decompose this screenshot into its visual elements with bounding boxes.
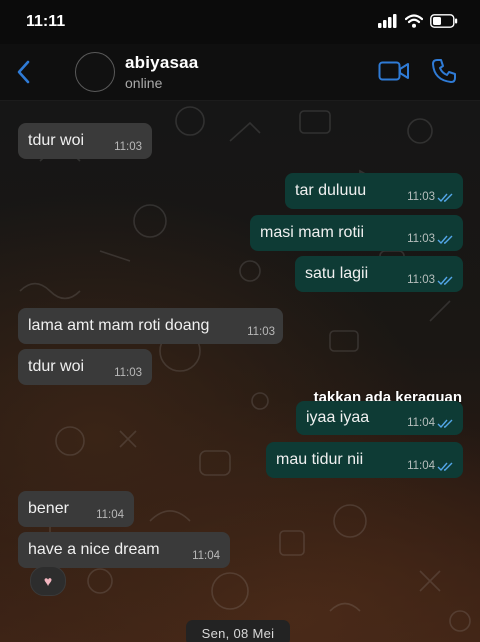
reaction-badge[interactable]: ♥ xyxy=(30,566,66,596)
message-incoming[interactable]: tdur woi 11:03 xyxy=(18,123,152,159)
message-text: tar duluuu xyxy=(295,182,367,199)
message-text: iyaa iyaa xyxy=(306,409,370,426)
read-receipt-icon xyxy=(437,193,453,203)
status-icons xyxy=(378,14,458,28)
message-time: 11:04 xyxy=(407,460,435,472)
message-time: 11:04 xyxy=(96,509,124,521)
message-outgoing[interactable]: iyaa iyaa 11:04 xyxy=(296,401,463,435)
message-text: mau tidur nii xyxy=(276,451,364,468)
wifi-icon xyxy=(405,14,423,28)
back-chevron-icon[interactable] xyxy=(14,57,34,87)
message-text: lama amt mam roti doang xyxy=(28,317,210,334)
message-incoming[interactable]: have a nice dream 11:04 xyxy=(18,532,230,568)
avatar[interactable] xyxy=(75,52,115,92)
message-outgoing[interactable]: masi mam rotii 11:03 xyxy=(250,215,463,251)
message-time: 11:03 xyxy=(114,367,142,379)
message-time: 11:03 xyxy=(407,274,435,286)
read-receipt-icon xyxy=(437,419,453,429)
signal-icon xyxy=(378,14,397,28)
message-outgoing[interactable]: mau tidur nii 11:04 xyxy=(266,442,463,478)
video-call-icon[interactable] xyxy=(378,60,410,82)
message-time: 11:04 xyxy=(407,417,435,429)
message-text: tdur woi xyxy=(28,358,85,375)
message-outgoing[interactable]: satu lagii 11:03 xyxy=(295,256,463,292)
status-bar: 11:11 xyxy=(0,0,480,44)
message-text: satu lagii xyxy=(305,265,369,282)
chat-area[interactable]: tdur woi 11:03 tar duluuu 11:03 masi mam… xyxy=(0,101,480,642)
message-time: 11:03 xyxy=(407,233,435,245)
message-text: bener xyxy=(28,500,69,517)
message-text: have a nice dream xyxy=(28,541,160,558)
battery-icon xyxy=(430,14,458,28)
read-receipt-icon xyxy=(437,462,453,472)
message-time: 11:03 xyxy=(407,191,435,203)
message-time: 11:04 xyxy=(192,550,220,562)
contact-status: online xyxy=(125,75,163,91)
voice-call-icon[interactable] xyxy=(431,58,457,84)
message-incoming[interactable]: tdur woi 11:03 xyxy=(18,349,152,385)
message-time: 11:03 xyxy=(247,326,275,338)
chat-header: abiyasaa online xyxy=(0,44,480,101)
message-text: tdur woi xyxy=(28,132,85,149)
message-incoming[interactable]: bener 11:04 xyxy=(18,491,134,527)
contact-name[interactable]: abiyasaa xyxy=(125,53,198,73)
status-time: 11:11 xyxy=(26,13,66,30)
message-incoming[interactable]: lama amt mam roti doang 11:03 xyxy=(18,308,283,344)
message-outgoing[interactable]: tar duluuu 11:03 xyxy=(285,173,463,209)
heart-icon: ♥ xyxy=(43,573,53,589)
read-receipt-icon xyxy=(437,235,453,245)
message-time: 11:03 xyxy=(114,141,142,153)
read-receipt-icon xyxy=(437,276,453,286)
message-text: masi mam rotii xyxy=(260,224,365,241)
date-separator: Sen, 08 Mei xyxy=(186,620,290,642)
